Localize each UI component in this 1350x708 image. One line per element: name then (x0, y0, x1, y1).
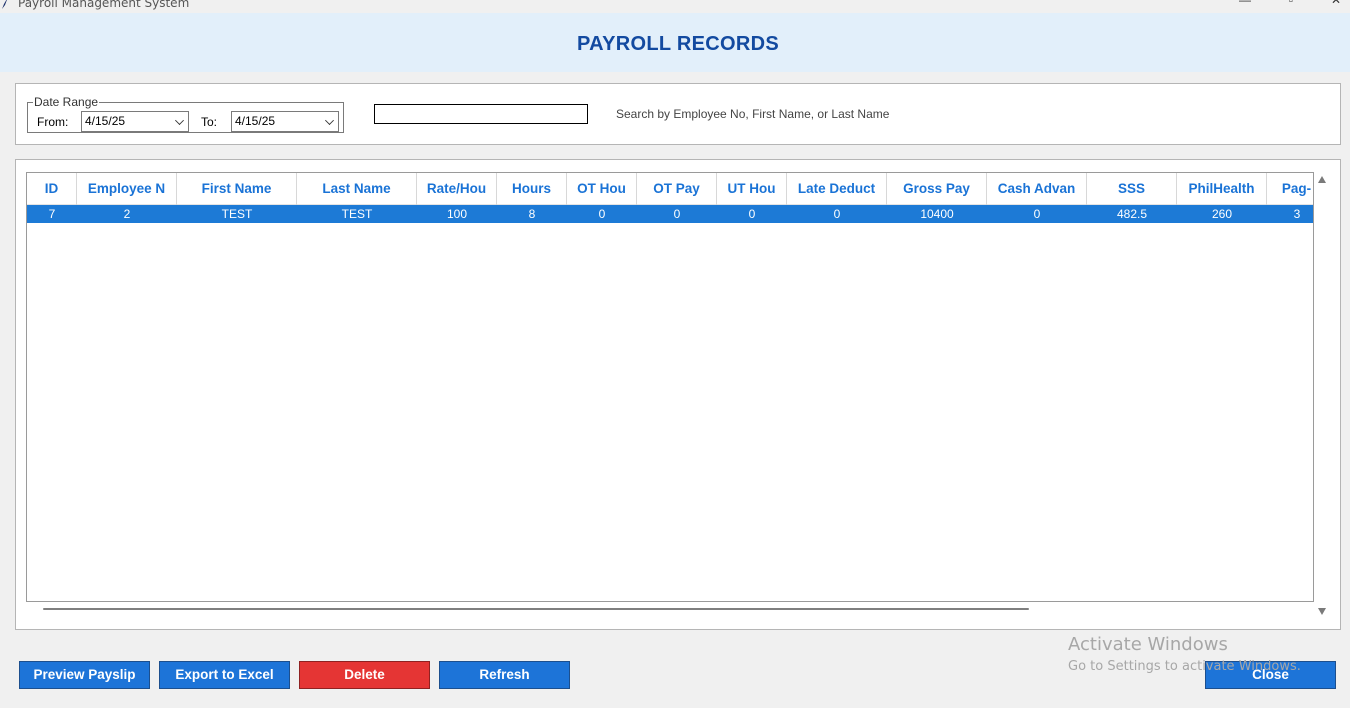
payroll-table[interactable]: ID Employee N First Name Last Name Rate/Hou H… (26, 172, 1314, 602)
column-header[interactable]: Gross Pay (887, 173, 987, 205)
table-cell: 0 (833, 207, 841, 221)
window-titlebar: Payroll Management System — ▫ ✕ (0, 0, 1350, 12)
page-title: PAYROLL RECORDS (577, 33, 779, 55)
column-header[interactable]: Employee N (77, 173, 177, 205)
column-header[interactable]: Cash Advan (987, 173, 1087, 205)
chevron-down-icon[interactable] (325, 116, 334, 125)
column-header[interactable]: PhilHealth (1177, 173, 1267, 205)
minimize-button[interactable]: — (1238, 0, 1252, 8)
column-header[interactable]: Last Name (297, 173, 417, 205)
table-header: ID Employee N First Name Last Name Rate/Hou H… (27, 173, 1313, 205)
search-input[interactable] (374, 104, 588, 124)
table-cell: 8 (528, 207, 536, 221)
scroll-up-icon[interactable] (1318, 176, 1326, 183)
preview-payslip-button[interactable]: Preview Payslip (19, 661, 150, 689)
table-cell: 3 (1293, 207, 1301, 221)
activate-windows-subtitle: Go to Settings to activate Windows. (1068, 659, 1301, 674)
horizontal-scroll-thumb[interactable] (43, 608, 1029, 610)
to-date-picker[interactable]: 4/15/25 (231, 111, 339, 132)
table-cell: 7 (48, 207, 56, 221)
to-date-value: 4/15/25 (235, 114, 276, 128)
table-cell: 100 (446, 207, 468, 221)
column-header[interactable]: ID (27, 173, 77, 205)
table-cell: 0 (1033, 207, 1041, 221)
date-range-legend: Date Range (33, 95, 100, 109)
filter-panel: Date Range From: 4/15/25 To: 4/15/25 Sea… (15, 83, 1341, 145)
scroll-down-icon[interactable] (1318, 608, 1326, 615)
from-date-value: 4/15/25 (85, 114, 126, 128)
from-label: From: (37, 115, 69, 129)
page-header: PAYROLL RECORDS (0, 13, 1350, 72)
export-excel-button[interactable]: Export to Excel (159, 661, 290, 689)
column-header[interactable]: OT Pay (637, 173, 717, 205)
horizontal-scrollbar[interactable] (26, 603, 1314, 617)
table-cell: 0 (598, 207, 606, 221)
window-title: Payroll Management System (18, 0, 190, 10)
table-cell: 482.5 (1116, 207, 1148, 221)
refresh-button[interactable]: Refresh (439, 661, 570, 689)
column-header[interactable]: OT Hou (567, 173, 637, 205)
table-cell: 10400 (920, 207, 954, 221)
vertical-scrollbar[interactable] (1316, 172, 1333, 620)
date-range-group: Date Range From: 4/15/25 To: 4/15/25 (27, 95, 344, 133)
column-header[interactable]: SSS (1087, 173, 1177, 205)
table-cell: 260 (1211, 207, 1233, 221)
search-hint: Search by Employee No, First Name, or La… (616, 107, 890, 121)
table-cell: 2 (123, 207, 131, 221)
column-header[interactable]: Pag- (1267, 173, 1313, 205)
chevron-down-icon[interactable] (175, 116, 184, 125)
app-icon (2, 0, 7, 9)
close-window-button[interactable]: ✕ (1329, 0, 1343, 8)
maximize-button[interactable]: ▫ (1284, 0, 1298, 8)
records-panel: ID Employee N First Name Last Name Rate/Hou H… (15, 159, 1341, 630)
from-date-picker[interactable]: 4/15/25 (81, 111, 189, 132)
column-header[interactable]: UT Hou (717, 173, 787, 205)
table-cell: 0 (748, 207, 756, 221)
table-row[interactable]: 7 2 TEST TEST 100 8 0 0 0 0 10400 0 482.5 260 3 (27, 205, 1313, 223)
table-cell: TEST (341, 207, 373, 221)
column-header[interactable]: Late Deduct (787, 173, 887, 205)
to-label: To: (201, 115, 218, 129)
activate-windows-title: Activate Windows (1068, 634, 1228, 655)
column-header[interactable]: First Name (177, 173, 297, 205)
column-header[interactable]: Rate/Hou (417, 173, 497, 205)
delete-button[interactable]: Delete (299, 661, 430, 689)
table-cell: 0 (673, 207, 681, 221)
table-cell: TEST (221, 207, 253, 221)
column-header[interactable]: Hours (497, 173, 567, 205)
